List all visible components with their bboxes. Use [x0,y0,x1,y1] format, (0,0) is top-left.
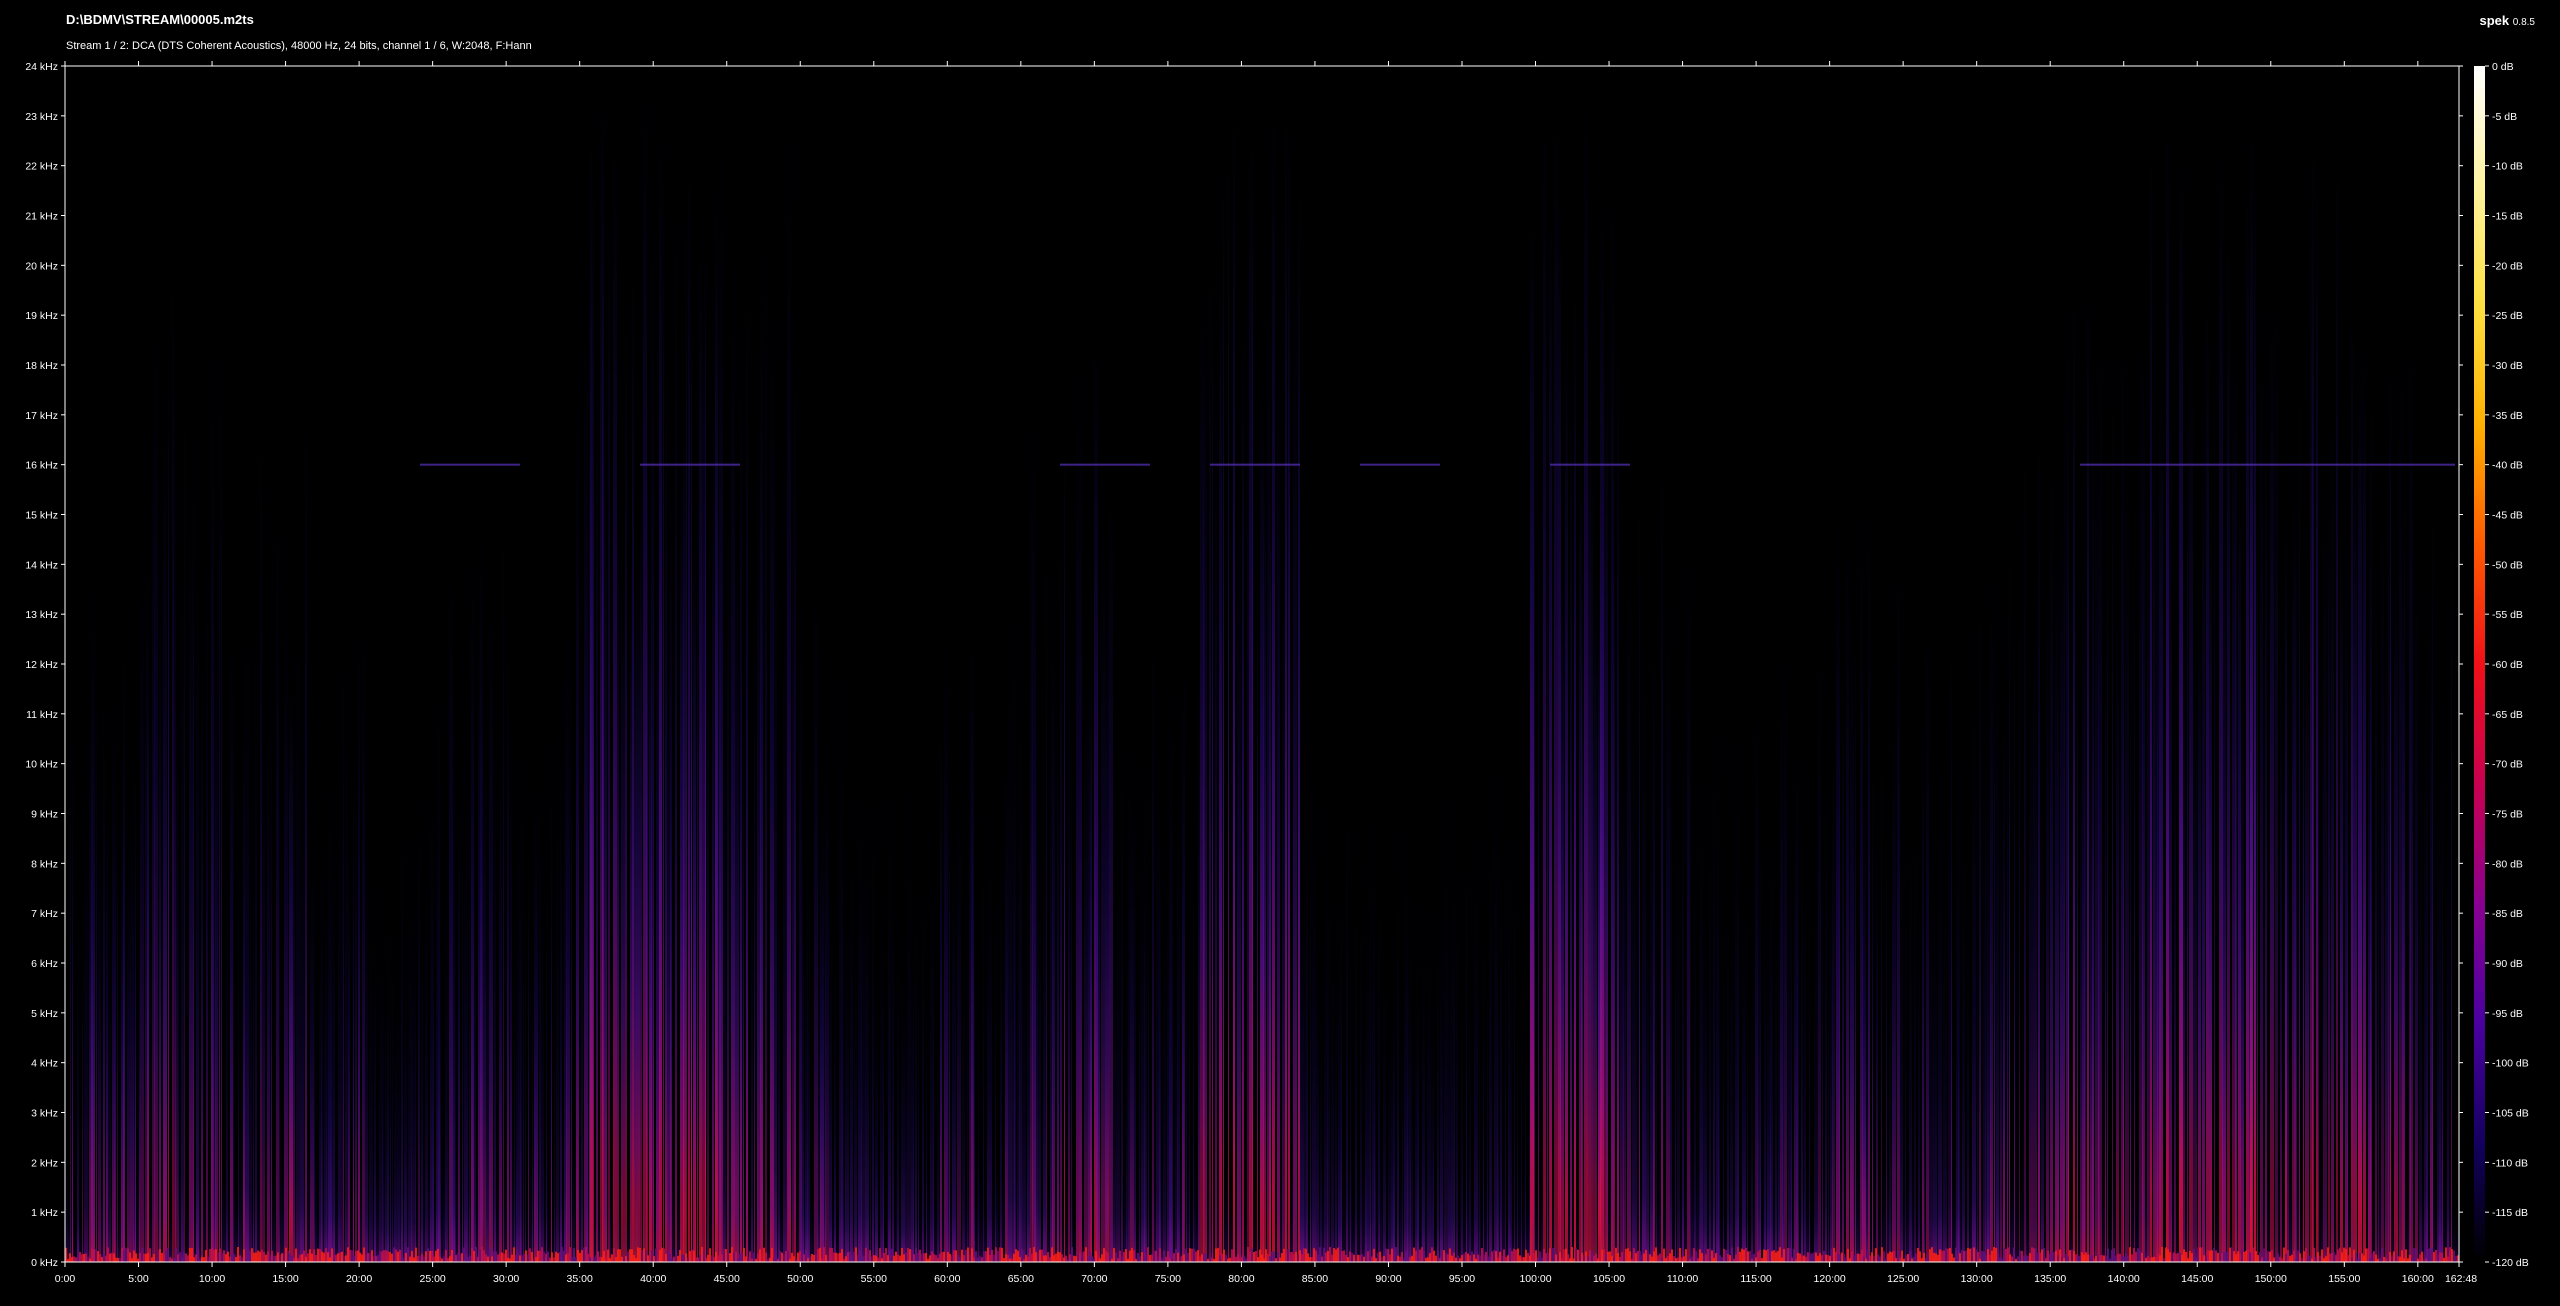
spectrogram-view[interactable]: 0 kHz 1 kHz 2 kHz 3 kHz 4 kHz 5 kHz 6 kHz 7 kHz… [0,0,2560,1306]
db-tick-label: -65 dB [2492,709,2523,721]
db-tick-label: 0 dB [2492,61,2514,73]
time-tick-label: 75:00 [1155,1273,1181,1285]
db-tick-label: -80 dB [2492,858,2523,870]
freq-tick-label: 0 kHz [31,1257,58,1269]
freq-tick-label: 1 kHz [31,1207,58,1219]
db-tick-label: -75 dB [2492,809,2523,821]
time-tick-label: 30:00 [493,1273,519,1285]
spectrogram-image [65,66,2459,1263]
freq-tick-label: 19 kHz [25,310,58,322]
time-tick-label: 0:00 [55,1273,76,1285]
time-tick-label: 35:00 [567,1273,593,1285]
db-tick-label: -115 dB [2492,1207,2528,1219]
db-color-scale: 0 dB -5 dB -10 dB -15 dB -20 dB -25 dB -30 dB -… [2474,61,2529,1269]
db-tick-label: -110 dB [2492,1157,2528,1169]
freq-tick-label: 6 kHz [31,958,58,970]
db-tick-label: -40 dB [2492,460,2523,472]
freq-tick-label: 13 kHz [25,609,58,621]
time-tick-label: 145:00 [2181,1273,2213,1285]
db-tick-label: -50 dB [2492,559,2523,571]
time-tick-label: 130:00 [1961,1273,1993,1285]
time-tick-label: 125:00 [1887,1273,1919,1285]
time-tick-label: 155:00 [2328,1273,2360,1285]
freq-tick-label: 12 kHz [25,659,58,671]
time-tick-label: 65:00 [1008,1273,1034,1285]
time-tick-label: 95:00 [1449,1273,1475,1285]
db-tick-label: -15 dB [2492,211,2523,223]
time-tick-label: 25:00 [419,1273,445,1285]
freq-tick-label: 5 kHz [31,1008,58,1020]
freq-tick-label: 9 kHz [31,809,58,821]
db-tick-label: -105 dB [2492,1108,2529,1120]
time-tick-label: 135:00 [2034,1273,2066,1285]
freq-tick-label: 24 kHz [25,61,58,73]
freq-tick-label: 15 kHz [25,510,58,522]
db-tick-label: -60 dB [2492,659,2523,671]
time-tick-label: 50:00 [787,1273,813,1285]
db-tick-label: -55 dB [2492,609,2523,621]
time-tick-label: 140:00 [2108,1273,2140,1285]
freq-tick-label: 3 kHz [31,1108,58,1120]
freq-tick-label: 18 kHz [25,360,58,372]
time-tick-label: 70:00 [1081,1273,1107,1285]
db-tick-label: -85 dB [2492,908,2523,920]
freq-tick-label: 16 kHz [25,460,58,472]
time-tick-label: 55:00 [861,1273,887,1285]
freq-tick-label: 4 kHz [31,1058,58,1070]
db-tick-label: -25 dB [2492,310,2523,322]
time-tick-label: 160:00 [2402,1273,2434,1285]
db-tick-label: -120 dB [2492,1257,2529,1269]
freq-tick-label: 10 kHz [25,759,58,771]
freq-tick-label: 22 kHz [25,161,58,173]
time-tick-label: 120:00 [1814,1273,1846,1285]
db-scale-bar [2474,66,2485,1262]
time-tick-label: 20:00 [346,1273,372,1285]
time-end-label: 162:48 [2445,1273,2477,1285]
time-tick-label: 105:00 [1593,1273,1625,1285]
db-tick-label: -20 dB [2492,260,2523,272]
time-tick-label: 5:00 [128,1273,149,1285]
db-tick-label: -45 dB [2492,510,2523,522]
freq-tick-label: 21 kHz [25,211,58,223]
time-tick-label: 15:00 [272,1273,298,1285]
freq-tick-label: 2 kHz [31,1157,58,1169]
db-tick-label: -35 dB [2492,410,2523,422]
time-tick-label: 80:00 [1228,1273,1254,1285]
db-tick-label: -95 dB [2492,1008,2523,1020]
freq-tick-label: 8 kHz [31,858,58,870]
db-tick-label: -30 dB [2492,360,2523,372]
time-tick-label: 85:00 [1302,1273,1328,1285]
time-tick-label: 150:00 [2255,1273,2287,1285]
time-tick-label: 90:00 [1375,1273,1401,1285]
time-tick-label: 100:00 [1519,1273,1551,1285]
freq-tick-label: 14 kHz [25,559,58,571]
time-tick-label: 60:00 [934,1273,960,1285]
db-tick-label: -100 dB [2492,1058,2529,1070]
db-tick-label: -5 dB [2492,111,2517,123]
freq-tick-label: 23 kHz [25,111,58,123]
time-tick-label: 40:00 [640,1273,666,1285]
time-tick-label: 10:00 [199,1273,225,1285]
freq-tick-label: 20 kHz [25,260,58,272]
db-tick-label: -90 dB [2492,958,2523,970]
time-tick-label: 115:00 [1740,1273,1771,1285]
time-tick-label: 45:00 [714,1273,740,1285]
time-tick-label: 110:00 [1667,1273,1698,1285]
db-tick-label: -10 dB [2492,161,2523,173]
db-tick-label: -70 dB [2492,759,2523,771]
freq-tick-label: 7 kHz [31,908,58,920]
freq-tick-label: 11 kHz [26,709,58,721]
freq-tick-label: 17 kHz [25,410,58,422]
